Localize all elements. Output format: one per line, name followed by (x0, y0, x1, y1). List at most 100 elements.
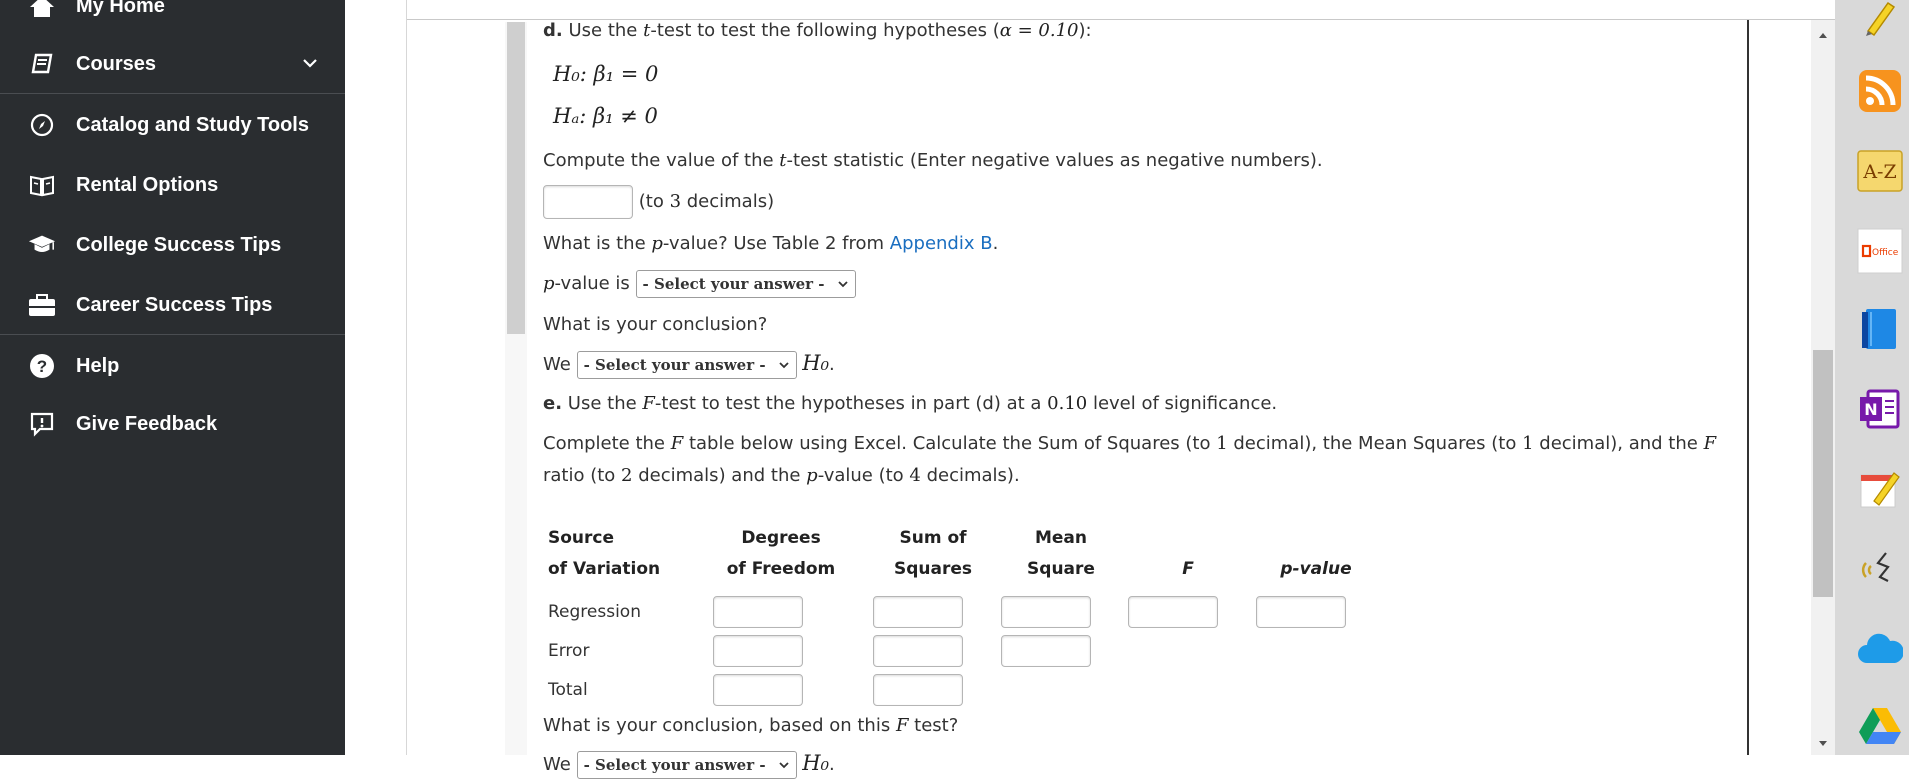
math-num: 2 (621, 465, 633, 486)
regression-ss-input[interactable] (873, 596, 963, 628)
appendix-b-link[interactable]: Appendix B (890, 233, 993, 254)
math-num: 4 (909, 465, 921, 486)
text-to-speech-icon[interactable] (1857, 546, 1903, 592)
text: decimals). (920, 465, 1020, 486)
anova-table: Source of Variation Degrees of Freedom S… (543, 523, 1383, 706)
page-scrollbar-thumb[interactable] (1813, 350, 1833, 597)
text: . (829, 354, 835, 375)
total-df-input[interactable] (713, 674, 803, 706)
left-gutter (345, 0, 407, 755)
regression-ms-input[interactable] (1001, 596, 1091, 628)
svg-text:?: ? (37, 357, 47, 376)
regression-f-input[interactable] (1128, 596, 1218, 628)
svg-text:N: N (1864, 400, 1877, 419)
sidebar-item-catalog[interactable]: Catalog and Study Tools (0, 97, 345, 153)
rss-feed-icon[interactable] (1857, 68, 1903, 114)
nav-divider (0, 334, 345, 335)
highlighter-icon[interactable] (1857, 0, 1903, 40)
part-d-label: d. (543, 20, 563, 41)
scroll-down-arrow-icon[interactable] (1811, 733, 1835, 755)
office-icon[interactable]: Office (1857, 228, 1903, 274)
part-d-prompt: d. Use the t-test to test the following … (543, 20, 1092, 41)
header-line (1261, 523, 1371, 554)
sidebar-item-label: My Home (76, 0, 165, 17)
text: test? (908, 715, 959, 736)
header-line: Square (1027, 559, 1095, 579)
header-line: Sum of (899, 528, 967, 548)
regression-df-input[interactable] (713, 596, 803, 628)
sidebar-item-rental[interactable]: Rental Options (0, 157, 345, 213)
book-icon (28, 50, 56, 78)
top-bar (345, 0, 1835, 20)
header-line: F (1182, 559, 1194, 579)
text: -value (to (817, 465, 910, 486)
text: -value is (554, 273, 630, 294)
chevron-down-icon (778, 762, 789, 769)
select-value: - Select your answer - (583, 756, 766, 774)
sidebar-item-label: Rental Options (76, 173, 219, 196)
math-f: F (895, 715, 909, 736)
header-line: of Variation (548, 559, 661, 579)
total-ss-input[interactable] (873, 674, 963, 706)
conclusion-row-e: We - Select your answer - H₀. (543, 751, 835, 779)
text: decimal), the Mean Squares (to (1227, 433, 1523, 454)
text: -test statistic (Enter negative values a… (786, 150, 1323, 171)
conclusion-select-e[interactable]: - Select your answer - (576, 751, 797, 779)
cloud-icon[interactable] (1857, 626, 1903, 672)
sidebar-item-give-feedback[interactable]: Give Feedback (0, 396, 345, 452)
header-line: Source (548, 528, 615, 548)
compute-instruction: Compute the value of the t-test statisti… (543, 150, 1323, 171)
error-df-input[interactable] (713, 635, 803, 667)
scroll-up-arrow-icon[interactable] (1811, 24, 1835, 46)
sidebar-item-courses[interactable]: Courses (0, 36, 345, 92)
sidebar-item-my-home[interactable]: My Home (0, 0, 345, 34)
sidebar-item-label: Career Success Tips (76, 293, 273, 316)
error-ms-input[interactable] (1001, 635, 1091, 667)
text: Complete the (543, 433, 671, 454)
header-line: p-value (1280, 559, 1352, 579)
header-pvalue: p-value (1261, 523, 1371, 585)
t-stat-row: (to 3 decimals) (543, 185, 774, 219)
dictionary-az-icon[interactable]: A-Z (1857, 148, 1903, 194)
chevron-down-icon[interactable] (301, 54, 319, 72)
text: Use the (568, 20, 644, 41)
chevron-down-icon (837, 281, 848, 288)
sidebar-item-college-success[interactable]: College Success Tips (0, 217, 345, 273)
error-ss-input[interactable] (873, 635, 963, 667)
onenote-icon[interactable]: N (1857, 386, 1903, 432)
conclusion-select-d[interactable]: - Select your answer - (576, 351, 797, 379)
conclusion-question: What is your conclusion? (543, 314, 768, 335)
header-f: F (1133, 523, 1243, 585)
sidebar-item-help[interactable]: ? Help (0, 338, 345, 394)
conclusion-row-d: We - Select your answer - H₀. (543, 351, 835, 379)
t-statistic-input[interactable] (543, 185, 633, 219)
header-ss: Sum of Squares (878, 523, 988, 585)
pvalue-row: p-value is - Select your answer - (543, 270, 856, 298)
row-label-regression: Regression (548, 602, 641, 622)
text: -test to test the following hypotheses ( (650, 20, 1000, 41)
text: What is the (543, 233, 652, 254)
pvalue-question: What is the p-value? Use Table 2 from Ap… (543, 233, 998, 254)
hypothesis-null: H₀: β₁ = 0 (553, 62, 659, 86)
text: table below using Excel. Calculate the S… (683, 433, 1217, 454)
text: -value? Use Table 2 from (662, 233, 890, 254)
nav-divider (0, 93, 345, 94)
header-line: Squares (893, 559, 973, 579)
sidebar: My Home Courses Catalog and Study Tools … (0, 0, 345, 755)
sidebar-item-career-success[interactable]: Career Success Tips (0, 277, 345, 333)
text: ): (1078, 20, 1092, 41)
select-value: - Select your answer - (642, 275, 825, 293)
compass-icon (28, 111, 56, 139)
sticky-note-icon[interactable] (1857, 466, 1903, 512)
google-drive-icon[interactable] (1857, 704, 1903, 750)
inner-scrollbar-thumb[interactable] (507, 22, 525, 334)
text: decimals) and the (632, 465, 807, 486)
math-f: F (1703, 433, 1717, 454)
part-e-prompt: e. Use the F-test to test the hypotheses… (543, 393, 1277, 414)
text: decimals) (681, 191, 775, 212)
sidebar-item-label: Courses (76, 52, 157, 75)
notebook-icon[interactable] (1857, 306, 1903, 352)
header-source: Source of Variation (548, 523, 660, 585)
pvalue-select[interactable]: - Select your answer - (635, 270, 856, 298)
regression-pvalue-input[interactable] (1256, 596, 1346, 628)
